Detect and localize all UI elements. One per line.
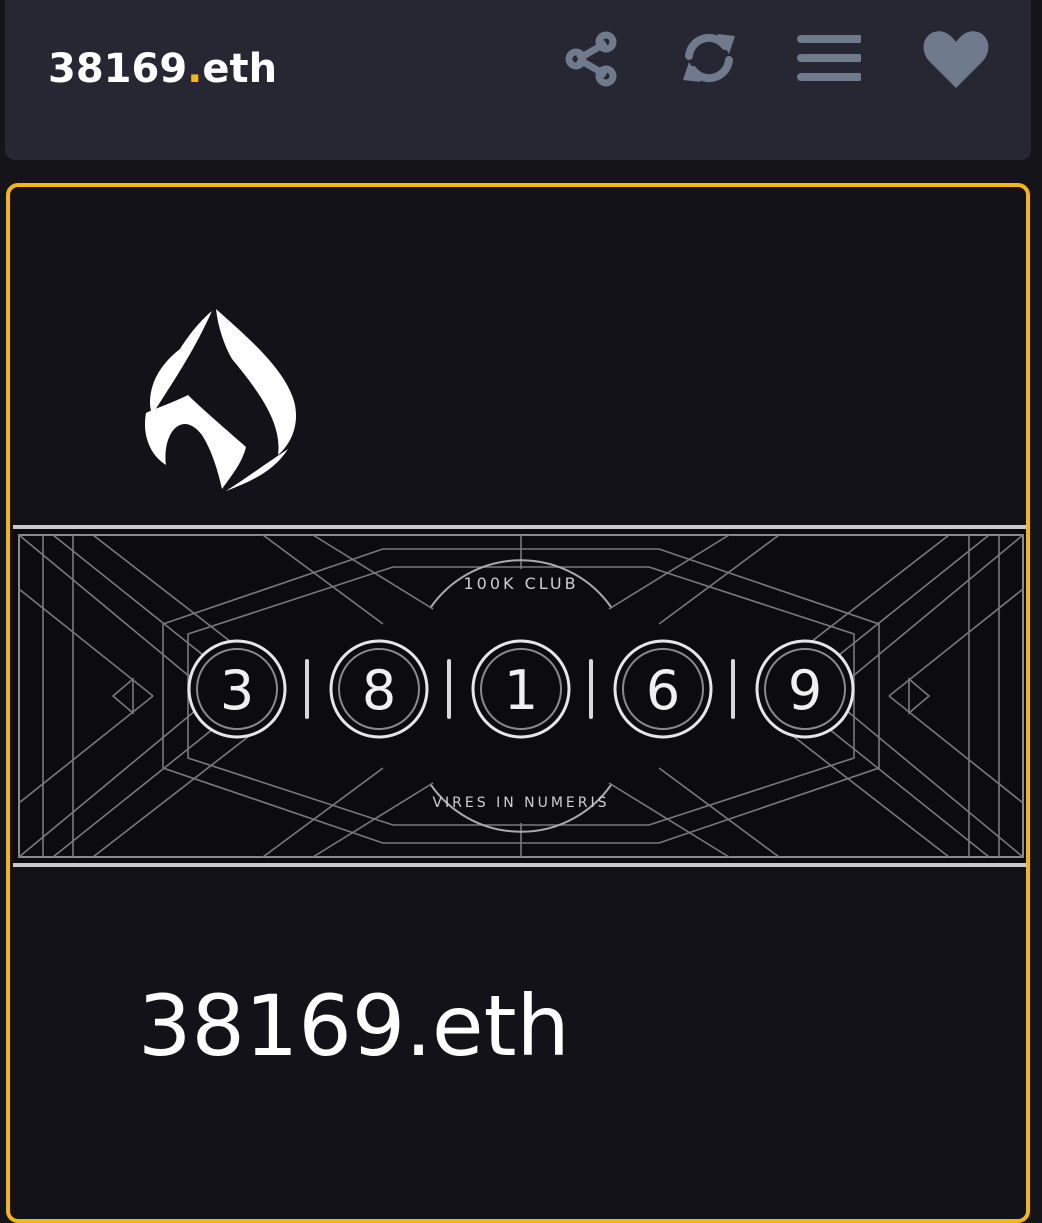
banner-digit: 1 bbox=[504, 659, 538, 722]
banner-bottom-text: VIRES IN NUMERIS bbox=[432, 795, 609, 811]
nft-name: 38169.eth bbox=[138, 977, 570, 1075]
page-title: 38169.eth bbox=[48, 46, 278, 92]
ens-logo-icon bbox=[132, 305, 302, 495]
app-header: 38169.eth bbox=[5, 0, 1031, 160]
banner-digit: 8 bbox=[362, 659, 396, 722]
banner-top-text: 100K CLUB bbox=[463, 574, 578, 593]
share-icon[interactable] bbox=[560, 26, 624, 90]
banner-digit: 6 bbox=[646, 659, 680, 722]
banner-digit: 9 bbox=[788, 659, 822, 722]
nft-card[interactable]: 100K CLUB 3 8 1 6 9 VIRES IN NUMERIS 381… bbox=[6, 183, 1030, 1223]
100k-club-banner: 100K CLUB 3 8 1 6 9 VIRES IN NUMERIS bbox=[13, 525, 1026, 867]
menu-icon[interactable] bbox=[797, 26, 861, 90]
refresh-icon[interactable] bbox=[677, 26, 741, 90]
banner-digit: 3 bbox=[220, 659, 254, 722]
heart-icon[interactable] bbox=[920, 24, 992, 96]
